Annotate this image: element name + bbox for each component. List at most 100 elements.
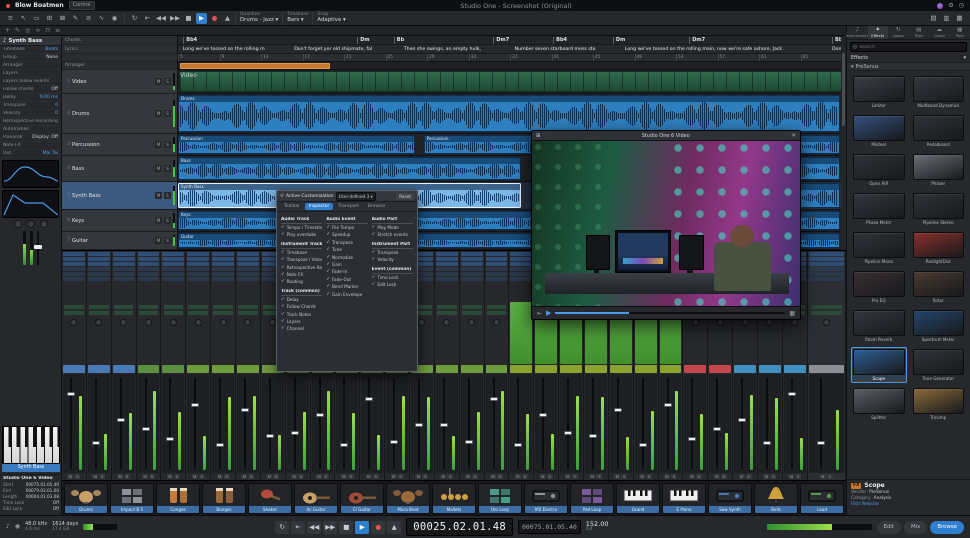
insert-slot[interactable] xyxy=(63,272,85,276)
channel-label[interactable] xyxy=(237,365,259,373)
channel-label[interactable] xyxy=(659,365,682,373)
instrument-tile[interactable]: Bells xyxy=(754,483,798,514)
pan-knob[interactable] xyxy=(691,319,699,326)
fader-section[interactable] xyxy=(560,374,583,473)
lyric-text[interactable]: Long we've tossed on the rolling main, n… xyxy=(625,47,784,52)
insert-slot[interactable] xyxy=(808,257,844,261)
send-slot[interactable] xyxy=(486,311,507,315)
fader-section[interactable] xyxy=(460,374,483,473)
forward-button[interactable]: ▶▶ xyxy=(169,13,181,24)
mute-button[interactable]: M xyxy=(763,474,770,479)
single-pane-icon[interactable]: ▤ xyxy=(928,13,939,24)
insert-slot[interactable] xyxy=(808,277,844,281)
inspector-row[interactable]: Automation xyxy=(0,126,61,134)
inspector-row[interactable]: Follow chords Off xyxy=(0,86,61,94)
avatar[interactable] xyxy=(937,2,944,9)
instrument-tile[interactable]: Ac Guitar xyxy=(294,483,338,514)
mixer-channel-strip[interactable]: MS xyxy=(434,251,460,480)
insert-slot[interactable] xyxy=(112,272,135,276)
insert-slot[interactable] xyxy=(460,277,483,281)
mute-button[interactable]: M xyxy=(155,217,162,224)
insert-slot[interactable] xyxy=(212,272,235,276)
fader-section[interactable] xyxy=(411,374,433,473)
dialog-checkbox-item[interactable]: ✓ Routing xyxy=(281,279,322,285)
send-slot[interactable] xyxy=(188,311,209,315)
insert-slot[interactable] xyxy=(162,272,185,276)
fader-cap[interactable] xyxy=(116,418,125,423)
dialog-checkbox-item[interactable]: ✓ Speedup xyxy=(326,232,367,238)
fader-section[interactable] xyxy=(759,374,781,473)
insert-slot[interactable] xyxy=(87,267,110,271)
plugin-item[interactable]: Pipeline Stereo xyxy=(911,191,967,227)
channel-label[interactable] xyxy=(510,365,533,373)
mute-button[interactable]: M xyxy=(713,474,720,479)
dialog-checkbox-item[interactable]: ✓ Time Lock xyxy=(372,275,413,281)
insert-slot[interactable] xyxy=(808,272,844,276)
mute-button[interactable]: M xyxy=(155,165,162,172)
mute-button[interactable]: M xyxy=(465,474,472,479)
insert-slot[interactable] xyxy=(187,257,210,261)
mix-mode-button[interactable]: Mix xyxy=(904,520,928,534)
insert-slot[interactable] xyxy=(808,262,844,266)
solo-button[interactable]: S xyxy=(164,217,171,224)
dialog-checkbox-item[interactable]: ✓ Fade-In xyxy=(326,269,367,275)
chord-label[interactable]: Bb xyxy=(393,37,404,44)
dropdown-value[interactable]: Bars ▾ xyxy=(287,17,308,24)
record-button[interactable]: ● xyxy=(371,520,386,534)
customization-dialog[interactable]: ⚙ Active Customization User-defined 3 ▾ … xyxy=(276,190,418,372)
reset-button[interactable]: Reset xyxy=(396,192,414,200)
send-slot[interactable] xyxy=(810,305,843,309)
solo-button[interactable]: S xyxy=(720,474,727,479)
send-slot[interactable] xyxy=(88,305,109,309)
solo-button[interactable]: S xyxy=(497,474,504,479)
preset-dropdown[interactable]: User-defined 3 ▾ xyxy=(335,191,376,201)
solo-button[interactable]: S xyxy=(447,474,454,479)
insert-slot[interactable] xyxy=(112,257,135,261)
video-window-titlebar[interactable]: ⊞ Studio One 6 Video ✕ xyxy=(532,131,800,141)
insert-slots[interactable] xyxy=(485,252,508,302)
dialog-checkbox-item[interactable]: ✓ Normalize xyxy=(326,255,367,261)
insert-slot[interactable] xyxy=(212,267,235,271)
track-header[interactable]: 2 Drums M S xyxy=(62,94,177,134)
insert-slot[interactable] xyxy=(435,252,458,256)
mute-button[interactable]: M xyxy=(241,474,248,479)
mute-button[interactable]: M xyxy=(316,474,323,479)
chord-label[interactable]: Bb4 xyxy=(553,37,567,44)
insert-slot[interactable] xyxy=(237,272,259,276)
fader-section[interactable] xyxy=(261,374,284,473)
solo-button[interactable]: S xyxy=(671,474,678,479)
insert-slot[interactable] xyxy=(460,252,483,256)
macro-knobs[interactable] xyxy=(0,220,61,228)
audio-clip[interactable]: Percussion xyxy=(178,135,416,154)
fader-section[interactable] xyxy=(609,374,632,473)
insert-slot[interactable] xyxy=(485,257,508,261)
mute-button[interactable]: M xyxy=(738,474,745,479)
mixer-channel-strip[interactable]: MS xyxy=(484,251,510,480)
mute-button[interactable]: M xyxy=(340,474,347,479)
insert-slot[interactable] xyxy=(510,277,533,281)
mixer-channel-strip[interactable]: MS xyxy=(459,251,485,480)
channel-label[interactable] xyxy=(634,365,657,373)
listen-tool-icon[interactable]: ◉ xyxy=(109,13,120,24)
fader-section[interactable] xyxy=(162,374,185,473)
solo-button[interactable]: S xyxy=(164,110,171,117)
rewind-button[interactable]: ◀◀ xyxy=(155,13,167,24)
plugin-item[interactable]: Pipeline Mono xyxy=(851,230,907,266)
insert-slot[interactable] xyxy=(112,267,135,271)
mute-button[interactable]: M xyxy=(639,474,646,479)
fader-cap[interactable] xyxy=(91,441,100,446)
chord-label[interactable]: Bb4 xyxy=(183,37,197,44)
video-settings-icon[interactable]: ▦ xyxy=(789,310,795,317)
insert-slot[interactable] xyxy=(212,262,235,266)
dialog-tab-transport[interactable]: Transport xyxy=(334,203,363,211)
play-button[interactable]: ▶ xyxy=(355,520,370,534)
insert-slot[interactable] xyxy=(87,257,110,261)
channel-label[interactable] xyxy=(808,365,844,373)
snap-dropdown[interactable]: Snap Adaptive ▾ xyxy=(312,11,349,25)
mute-button[interactable]: M xyxy=(117,474,124,479)
bus-panel[interactable] xyxy=(510,302,533,364)
pan-knob[interactable] xyxy=(70,319,78,326)
fader-section[interactable] xyxy=(659,374,682,473)
pencil-icon[interactable]: ✎ xyxy=(15,26,20,35)
dialog-header[interactable]: ⚙ Active Customization User-defined 3 ▾ … xyxy=(277,191,417,202)
